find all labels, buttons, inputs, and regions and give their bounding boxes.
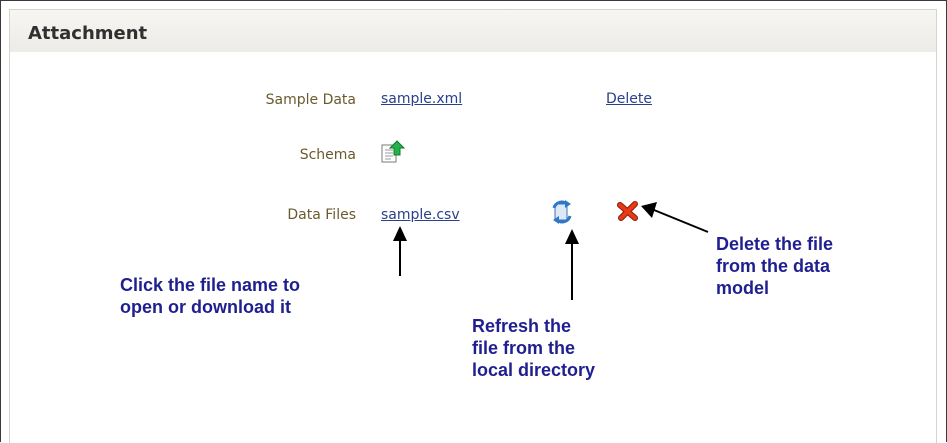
delete-callout: Delete the file from the data model <box>716 234 834 298</box>
refresh-callout: Refresh the file from the local director… <box>472 316 596 380</box>
file-name-callout: Click the file name to open or download … <box>120 275 301 317</box>
delete-arrow-icon <box>653 209 709 233</box>
